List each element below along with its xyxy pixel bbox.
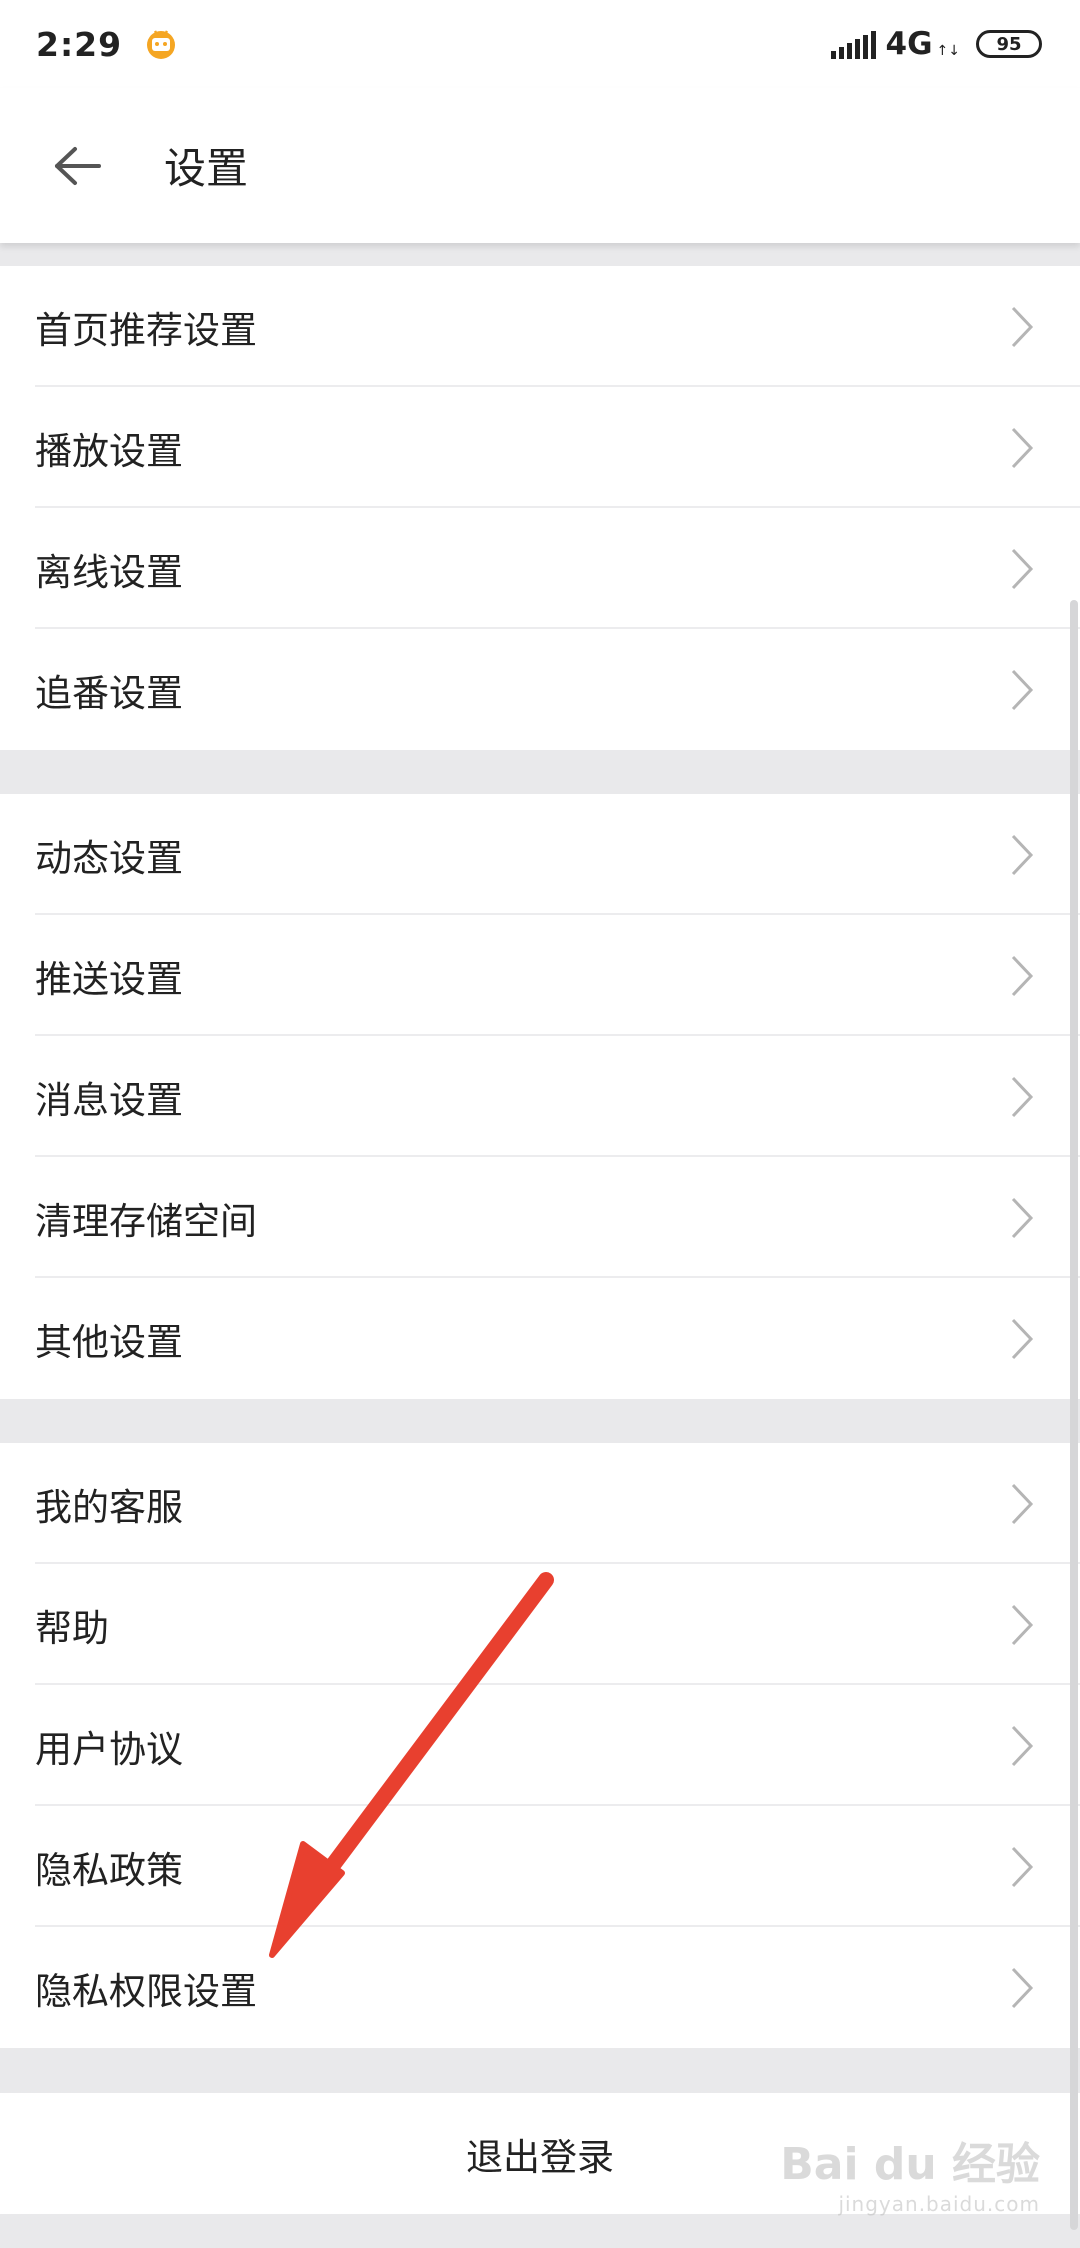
- settings-item-privacy-permissions[interactable]: 隐私权限设置: [0, 1927, 1080, 2048]
- settings-item-label: 消息设置: [35, 1078, 183, 1122]
- settings-item-messages[interactable]: 消息设置: [0, 1036, 1080, 1157]
- settings-item-label: 推送设置: [35, 957, 183, 1001]
- settings-item-label: 隐私权限设置: [35, 1969, 257, 2013]
- chevron-right-icon: [1011, 306, 1034, 347]
- signal-strength-icon: [830, 29, 876, 59]
- settings-item-dynamic[interactable]: 动态设置: [0, 794, 1080, 915]
- chevron-right-icon: [1011, 1846, 1034, 1887]
- settings-item-privacy-policy[interactable]: 隐私政策: [0, 1806, 1080, 1927]
- settings-item-push[interactable]: 推送设置: [0, 915, 1080, 1036]
- chevron-right-icon: [1011, 1318, 1034, 1359]
- chevron-right-icon: [1011, 1483, 1034, 1524]
- settings-item-home-recommend[interactable]: 首页推荐设置: [0, 266, 1080, 387]
- settings-group-3: 我的客服 帮助 用户协议 隐私政策 隐私权限设置: [0, 1443, 1080, 2048]
- chevron-right-icon: [1011, 1604, 1034, 1645]
- chevron-right-icon: [1011, 1967, 1034, 2008]
- settings-group-2: 动态设置 推送设置 消息设置 清理存储空间 其他设置: [0, 794, 1080, 1399]
- settings-item-clear-storage[interactable]: 清理存储空间: [0, 1157, 1080, 1278]
- chevron-right-icon: [1011, 427, 1034, 468]
- settings-item-label: 我的客服: [35, 1485, 183, 1529]
- baidu-jingyan-watermark: Bai du 经验 jingyan.baidu.com: [780, 2128, 1040, 2216]
- settings-item-offline[interactable]: 离线设置: [0, 508, 1080, 629]
- watermark-url: jingyan.baidu.com: [838, 2192, 1040, 2216]
- status-right: 4G ↑↓ 95: [830, 26, 1042, 62]
- app-header: 设置: [0, 88, 1080, 243]
- settings-item-label: 隐私政策: [35, 1848, 183, 1892]
- settings-item-user-agreement[interactable]: 用户协议: [0, 1685, 1080, 1806]
- settings-item-label: 追番设置: [35, 671, 183, 715]
- settings-screen: 2:29 4G ↑↓ 95 设置 首页推荐设置 播放设置 离线设置 追番设置 动…: [0, 0, 1080, 2248]
- status-left: 2:29: [36, 25, 178, 64]
- watermark-logo: Bai du 经验: [780, 2139, 1040, 2190]
- battery-icon: 95: [976, 30, 1042, 58]
- bilibili-tv-icon: [147, 30, 176, 59]
- settings-item-playback[interactable]: 播放设置: [0, 387, 1080, 508]
- network-type: 4G: [885, 26, 933, 62]
- arrow-left-icon: [55, 146, 101, 185]
- chevron-right-icon: [1011, 834, 1034, 875]
- network-activity-icon: ↑↓: [936, 43, 960, 59]
- chevron-right-icon: [1011, 1197, 1034, 1238]
- chevron-right-icon: [1011, 548, 1034, 589]
- battery-level: 95: [996, 33, 1022, 55]
- settings-item-label: 帮助: [35, 1606, 109, 1650]
- chevron-right-icon: [1011, 1076, 1034, 1117]
- settings-item-label: 用户协议: [35, 1727, 183, 1771]
- settings-item-label: 首页推荐设置: [35, 308, 257, 352]
- scrollbar[interactable]: [1070, 600, 1078, 2230]
- settings-item-label: 离线设置: [35, 550, 183, 594]
- back-button[interactable]: [42, 131, 112, 201]
- settings-item-help[interactable]: 帮助: [0, 1564, 1080, 1685]
- status-time: 2:29: [36, 24, 123, 64]
- status-bar: 2:29 4G ↑↓ 95: [0, 0, 1080, 88]
- chevron-right-icon: [1011, 955, 1034, 996]
- settings-group-1: 首页推荐设置 播放设置 离线设置 追番设置: [0, 266, 1080, 750]
- settings-item-label: 播放设置: [35, 429, 183, 473]
- settings-item-label: 其他设置: [35, 1320, 183, 1364]
- settings-item-label: 清理存储空间: [35, 1199, 257, 1243]
- settings-item-label: 动态设置: [35, 836, 183, 880]
- chevron-right-icon: [1011, 669, 1034, 710]
- settings-item-other[interactable]: 其他设置: [0, 1278, 1080, 1399]
- settings-item-follow-anime[interactable]: 追番设置: [0, 629, 1080, 750]
- settings-item-customer-service[interactable]: 我的客服: [0, 1443, 1080, 1564]
- page-title: 设置: [164, 144, 249, 193]
- chevron-right-icon: [1011, 1725, 1034, 1766]
- logout-label: 退出登录: [466, 2135, 614, 2179]
